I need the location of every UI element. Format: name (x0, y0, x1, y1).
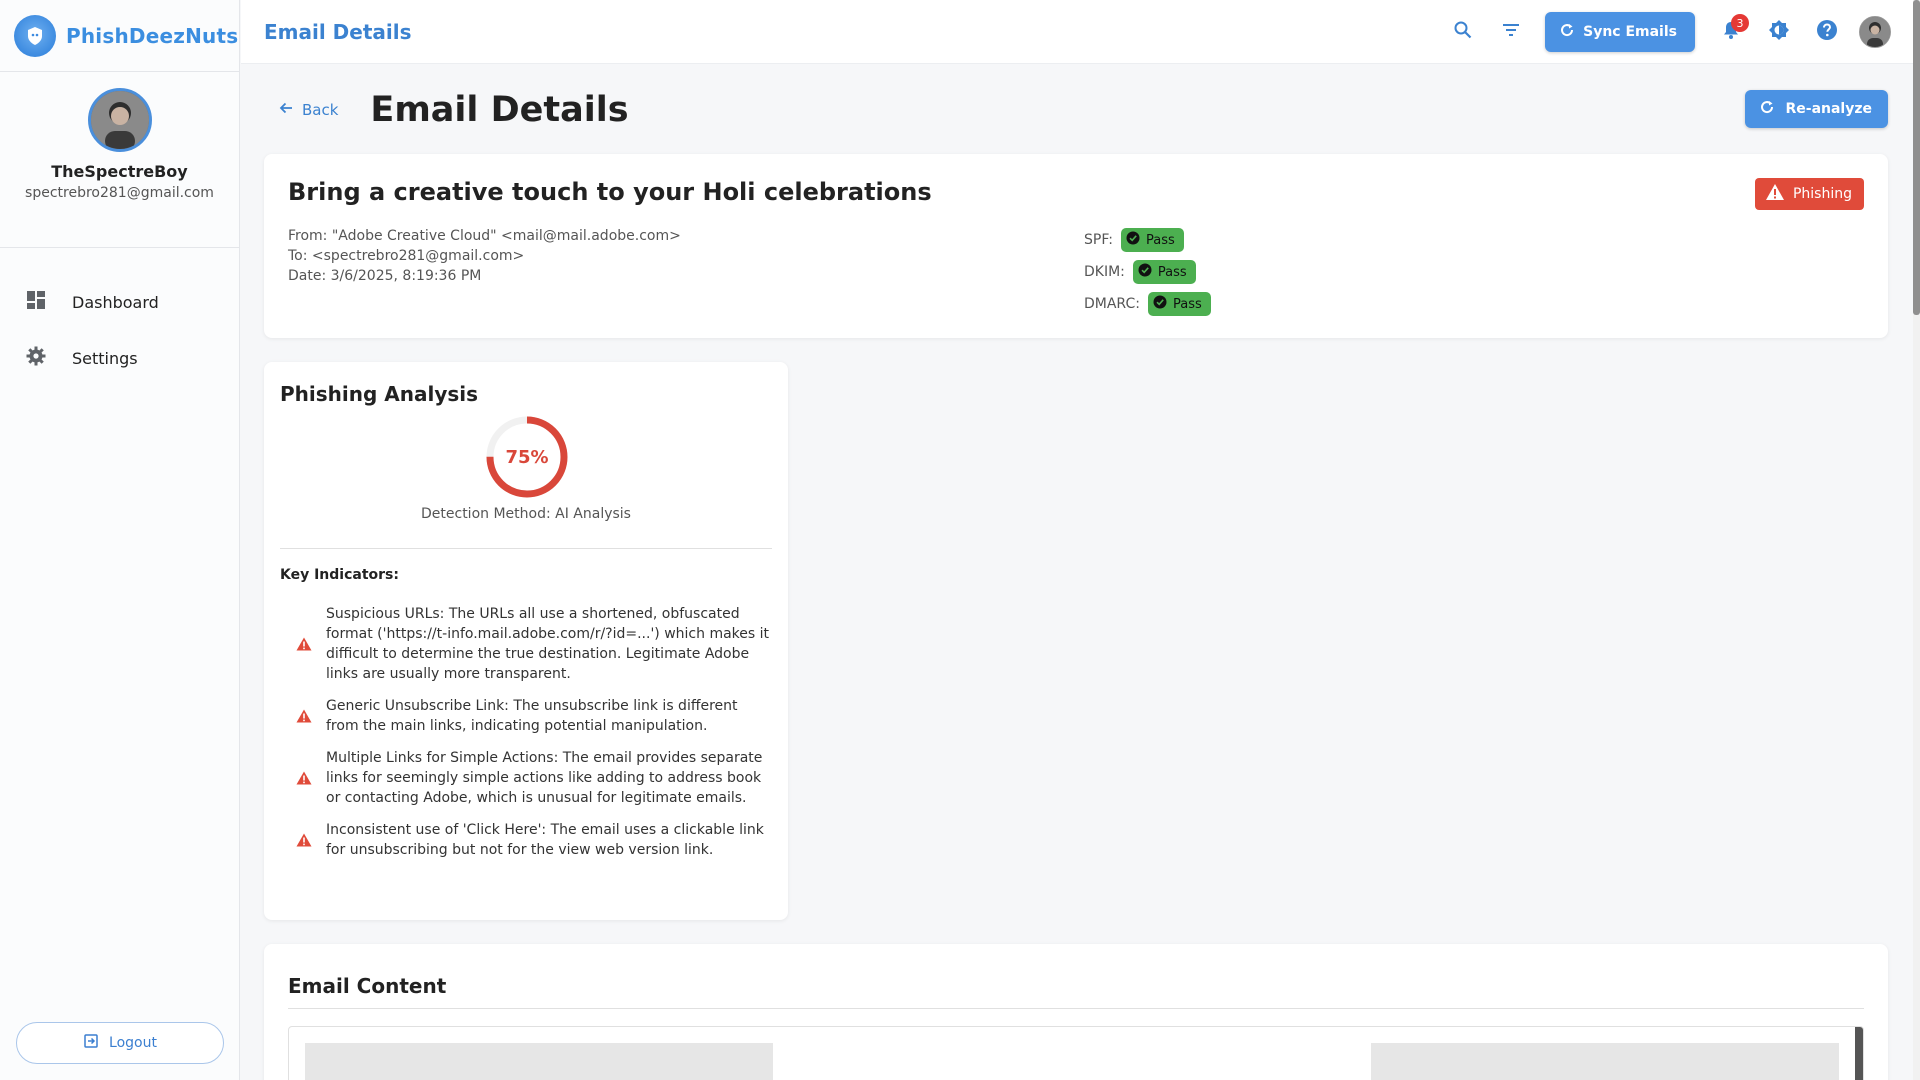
email-content-card: Email Content (264, 944, 1888, 1080)
list-item: Inconsistent use of 'Click Here': The em… (280, 820, 770, 860)
check-circle-icon (1126, 231, 1140, 249)
sidebar-item-label: Dashboard (72, 292, 159, 312)
list-item: Multiple Links for Simple Actions: The e… (280, 748, 770, 808)
score-text: 75% (505, 446, 549, 468)
sync-emails-label: Sync Emails (1583, 24, 1677, 40)
auth-status-chip: Pass (1121, 228, 1184, 252)
email-summary-card: Bring a creative touch to your Holi cele… (264, 154, 1888, 338)
reanalyze-button[interactable]: Re-analyze (1745, 90, 1888, 128)
refresh-icon (1559, 22, 1575, 42)
help-icon (1816, 19, 1838, 45)
account-menu-button[interactable] (1851, 8, 1899, 56)
analysis-title: Phishing Analysis (280, 382, 479, 406)
brightness-icon (1768, 19, 1790, 45)
top-bar: Email Details Sync Emails 3 (241, 0, 1913, 64)
avatar (1859, 16, 1891, 48)
user-email: spectrebro281@gmail.com (25, 185, 214, 201)
auth-row-dkim: DKIM: Pass (1084, 256, 1211, 288)
indicator-text: Suspicious URLs: The URLs all use a shor… (326, 606, 770, 682)
indicator-text: Generic Unsubscribe Link: The unsubscrib… (326, 698, 738, 734)
indicator-list: Suspicious URLs: The URLs all use a shor… (280, 604, 770, 872)
filter-button[interactable] (1487, 8, 1535, 56)
sidebar-item-dashboard[interactable]: Dashboard (0, 274, 239, 330)
email-subject: Bring a creative touch to your Holi cele… (288, 178, 932, 206)
auth-label: SPF: (1084, 232, 1114, 248)
list-item: Generic Unsubscribe Link: The unsubscrib… (280, 696, 770, 736)
topbar-title: Email Details (264, 19, 412, 44)
auth-row-spf: SPF: Pass (1084, 224, 1211, 256)
list-item: Suspicious URLs: The URLs all use a shor… (280, 604, 770, 684)
filter-icon (1501, 20, 1521, 44)
phishing-analysis-card: Phishing Analysis 75% Detection Method: … (264, 362, 788, 920)
brand-name: PhishDeezNuts (66, 23, 239, 48)
warning-icon (280, 833, 326, 847)
auth-status-label: Pass (1172, 296, 1202, 312)
auth-status-chip: Pass (1132, 260, 1196, 284)
email-to: To: <spectrebro281@gmail.com> (288, 248, 525, 264)
verdict-label: Phishing (1792, 186, 1852, 202)
back-button[interactable]: Back (278, 100, 338, 120)
warning-icon (280, 709, 326, 723)
indicator-text: Multiple Links for Simple Actions: The e… (326, 750, 763, 806)
email-meta: From: "Adobe Creative Cloud" <mail@mail.… (288, 226, 681, 286)
notifications-button[interactable]: 3 (1707, 8, 1755, 56)
avatar (87, 88, 152, 152)
logout-label: Logout (109, 1035, 157, 1051)
gear-icon (26, 346, 46, 370)
page-scrollbar[interactable] (1913, 0, 1920, 1080)
email-content-frame[interactable] (288, 1026, 1864, 1080)
auth-status-label: Pass (1146, 232, 1175, 248)
indicator-text: Inconsistent use of 'Click Here': The em… (326, 822, 764, 858)
page-title: Email Details (370, 90, 629, 130)
email-image-placeholder (1371, 1043, 1839, 1080)
brand[interactable]: PhishDeezNuts (0, 0, 239, 72)
email-date: Date: 3/6/2025, 8:19:36 PM (288, 268, 482, 284)
back-label: Back (302, 101, 339, 119)
user-profile: TheSpectreBoy spectrebro281@gmail.com (0, 72, 239, 248)
help-button[interactable] (1803, 8, 1851, 56)
sidebar: PhishDeezNuts TheSpectreBoy spectrebro28… (0, 0, 240, 1080)
user-name: TheSpectreBoy (51, 162, 188, 181)
notification-badge: 3 (1731, 14, 1749, 32)
logout-button[interactable]: Logout (16, 1022, 224, 1064)
auth-label: DMARC: (1084, 296, 1140, 312)
score-gauge: 75% (484, 414, 570, 500)
check-circle-icon (1138, 263, 1152, 281)
sync-emails-button[interactable]: Sync Emails (1545, 12, 1695, 52)
logout-icon (83, 1033, 99, 1053)
sidebar-nav: Dashboard Settings (0, 248, 239, 386)
auth-results: SPF: Pass DKIM: Pass DMARC: Pass (1084, 224, 1211, 320)
reanalyze-label: Re-analyze (1785, 101, 1872, 117)
warning-icon (280, 771, 326, 785)
search-button[interactable] (1439, 8, 1487, 56)
theme-toggle-button[interactable] (1755, 8, 1803, 56)
page-header: Back Email Details (278, 90, 629, 130)
warning-icon (1765, 183, 1785, 205)
sidebar-item-label: Settings (72, 348, 138, 368)
dashboard-icon (26, 290, 46, 314)
sidebar-item-settings[interactable]: Settings (0, 330, 239, 386)
check-circle-icon (1153, 295, 1167, 313)
topbar-actions: Sync Emails 3 (1439, 0, 1913, 64)
content-title: Email Content (288, 974, 447, 998)
auth-status-chip: Pass (1147, 292, 1211, 316)
refresh-icon (1759, 99, 1775, 119)
email-from: From: "Adobe Creative Cloud" <mail@mail.… (288, 228, 681, 244)
divider (280, 548, 772, 549)
email-image-placeholder (305, 1043, 773, 1080)
divider (288, 1008, 1864, 1009)
detection-method: Detection Method: AI Analysis (421, 506, 631, 522)
key-indicators-title: Key Indicators: (280, 567, 399, 583)
brand-logo-icon (14, 14, 56, 57)
auth-status-label: Pass (1157, 264, 1187, 280)
auth-row-dmarc: DMARC: Pass (1084, 288, 1211, 320)
frame-scrollbar[interactable] (1855, 1027, 1863, 1080)
warning-icon (280, 637, 326, 651)
search-icon (1453, 20, 1473, 44)
scrollbar-thumb[interactable] (1913, 0, 1920, 315)
verdict-badge: Phishing (1754, 178, 1864, 210)
arrow-left-icon (278, 100, 294, 120)
auth-label: DKIM: (1084, 264, 1125, 280)
